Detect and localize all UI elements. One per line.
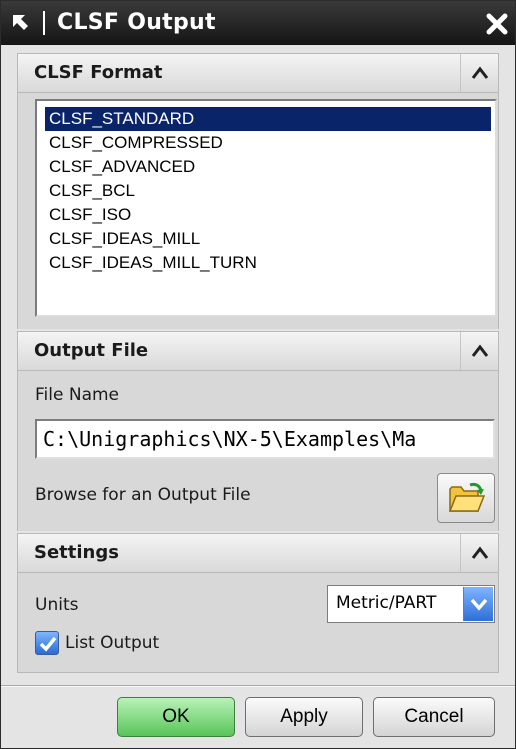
file-name-value: C:\Unigraphics\NX-5\Examples\Ma: [43, 427, 417, 451]
footer-divider-highlight: [1, 686, 515, 687]
title-separator: [43, 11, 45, 35]
dialog-arrow-icon: [11, 13, 31, 33]
cancel-button[interactable]: Cancel: [373, 697, 495, 737]
clsf-output-dialog: CLSF Output CLSF Format CLSF_STANDARD CL…: [0, 0, 516, 749]
file-name-input[interactable]: C:\Unigraphics\NX-5\Examples\Ma: [35, 419, 495, 459]
apply-button[interactable]: Apply: [245, 697, 363, 737]
title-bar[interactable]: CLSF Output: [1, 1, 515, 45]
collapse-button[interactable]: [460, 534, 498, 572]
section-title: Output File: [34, 340, 149, 361]
browse-label: Browse for an Output File: [35, 485, 251, 505]
chevron-up-icon: [471, 546, 489, 559]
chevron-down-icon: [470, 598, 488, 611]
ok-button[interactable]: OK: [117, 697, 235, 737]
collapse-button[interactable]: [460, 332, 498, 370]
units-label: Units: [35, 595, 79, 615]
list-item[interactable]: CLSF_COMPRESSED: [45, 131, 227, 155]
section-title: Settings: [34, 542, 119, 563]
close-icon[interactable]: [483, 10, 511, 38]
chevron-up-icon: [471, 66, 489, 79]
list-output-checkbox[interactable]: [35, 631, 59, 655]
list-item[interactable]: CLSF_IDEAS_MILL_TURN: [45, 251, 261, 275]
list-item[interactable]: CLSF_STANDARD: [45, 107, 491, 131]
section-header-output-file[interactable]: Output File: [17, 331, 499, 371]
checkmark-icon: [39, 636, 57, 652]
units-value: Metric/PART: [336, 593, 437, 613]
collapse-button[interactable]: [460, 54, 498, 92]
list-item[interactable]: CLSF_IDEAS_MILL: [45, 227, 204, 251]
list-item[interactable]: CLSF_ISO: [45, 203, 135, 227]
window-title: CLSF Output: [57, 10, 216, 35]
file-name-label: File Name: [35, 385, 120, 405]
clsf-format-list[interactable]: CLSF_STANDARD CLSF_COMPRESSED CLSF_ADVAN…: [35, 99, 497, 317]
list-output-label: List Output: [65, 633, 160, 653]
section-title: CLSF Format: [34, 62, 163, 83]
dropdown-arrow[interactable]: [463, 587, 493, 621]
browse-output-file-button[interactable]: [437, 473, 495, 523]
chevron-up-icon: [471, 344, 489, 357]
units-select[interactable]: Metric/PART: [327, 585, 495, 623]
section-header-clsf-format[interactable]: CLSF Format: [17, 53, 499, 93]
open-folder-icon: [448, 482, 486, 512]
list-item[interactable]: CLSF_ADVANCED: [45, 155, 199, 179]
section-header-settings[interactable]: Settings: [17, 533, 499, 573]
list-item[interactable]: CLSF_BCL: [45, 179, 139, 203]
